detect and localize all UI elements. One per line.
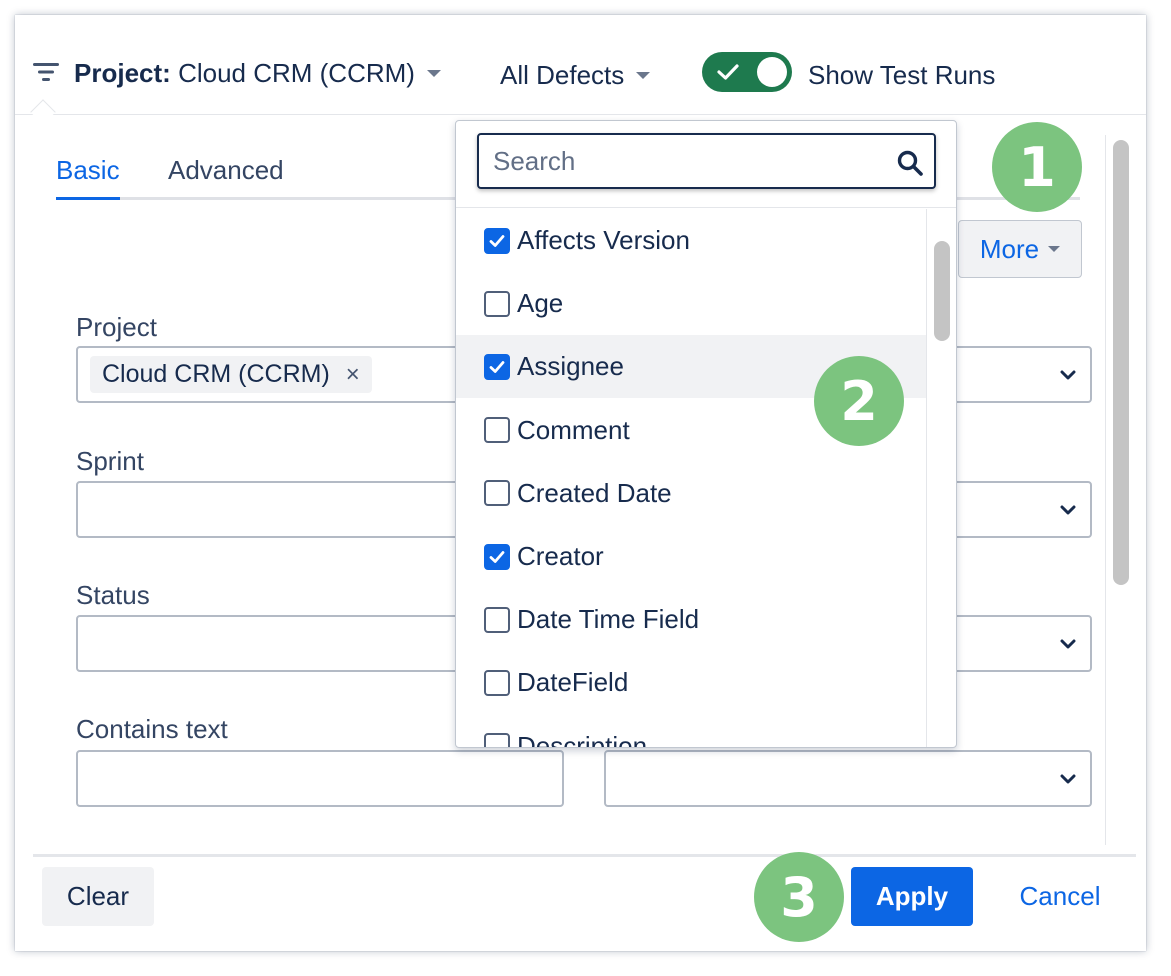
checkbox[interactable] <box>484 480 510 507</box>
dropdown-option[interactable]: Date Time Field <box>456 588 926 651</box>
project-chip-label: Cloud CRM (CCRM) <box>102 360 330 388</box>
dropdown-option[interactable]: Created Date <box>456 462 926 525</box>
chevron-down-icon <box>1060 370 1076 380</box>
step-badge-1: 1 <box>992 122 1082 212</box>
step-badge-2: 2 <box>814 356 904 446</box>
show-test-runs-toggle[interactable] <box>702 52 792 92</box>
dropdown-option-label: Created Date <box>517 477 672 508</box>
contains-text-scope-select[interactable] <box>604 750 1092 807</box>
checkbox-checked[interactable] <box>484 227 510 254</box>
dropdown-option-label: Description <box>517 730 648 748</box>
cancel-button[interactable]: Cancel <box>1000 867 1120 926</box>
dropdown-option-label: Comment <box>517 414 630 445</box>
close-icon[interactable]: × <box>346 362 360 387</box>
dropdown-options: Affects Version Age Assignee Comment Created… <box>456 199 926 748</box>
chevron-down-icon <box>1060 505 1076 515</box>
defects-selector-label: All Defects <box>500 59 625 90</box>
checkbox[interactable] <box>484 290 510 317</box>
status-field-label: Status <box>76 580 150 610</box>
contains-text-input[interactable] <box>76 750 564 807</box>
tab-basic[interactable]: Basic <box>56 150 120 200</box>
toggle-knob <box>757 57 787 87</box>
check-icon <box>489 550 505 563</box>
project-chip: Cloud CRM (CCRM) × <box>90 356 372 393</box>
dropdown-scrollbar[interactable] <box>934 241 950 341</box>
chevron-down-icon <box>636 71 651 79</box>
more-button-label: More <box>979 233 1040 264</box>
panel-scrollbar[interactable] <box>1113 140 1129 585</box>
tab-advanced[interactable]: Advanced <box>168 150 284 200</box>
chevron-down-icon <box>426 69 441 77</box>
chevron-down-icon <box>1048 246 1061 252</box>
dropdown-option-label: Assignee <box>517 351 624 382</box>
dropdown-scroll-track <box>926 209 927 747</box>
project-selector[interactable]: Project: Cloud CRM (CCRM) <box>74 53 441 93</box>
chevron-down-icon <box>1060 774 1076 784</box>
project-field-label: Project <box>76 312 157 342</box>
checkbox[interactable] <box>484 669 510 696</box>
checkbox[interactable] <box>484 606 510 633</box>
project-selector-value: Cloud CRM (CCRM) <box>178 57 415 88</box>
dropdown-option-label: Date Time Field <box>517 604 700 635</box>
more-button[interactable]: More <box>958 220 1082 278</box>
dropdown-option[interactable]: Affects Version <box>456 209 926 272</box>
scroll-track <box>1105 135 1106 845</box>
search-icon <box>897 150 923 176</box>
dropdown-option[interactable]: DateField <box>456 651 926 714</box>
project-selector-label: Project <box>74 57 163 88</box>
checkbox-checked[interactable] <box>484 543 510 570</box>
filter-panel: Project: Cloud CRM (CCRM) All Defects Sh… <box>15 15 1146 951</box>
defects-selector[interactable]: All Defects <box>500 55 651 95</box>
search-input[interactable] <box>493 144 873 178</box>
filter-bar: Project: Cloud CRM (CCRM) All Defects Sh… <box>15 15 1146 115</box>
check-icon <box>717 64 739 80</box>
check-icon <box>489 360 505 373</box>
show-test-runs-label: Show Test Runs <box>808 59 996 90</box>
dropdown-option-label: DateField <box>517 667 629 698</box>
dropdown-option[interactable]: Creator <box>456 525 926 588</box>
chevron-down-icon <box>1060 639 1076 649</box>
dropdown-option[interactable]: Age <box>456 272 926 335</box>
dropdown-option[interactable]: Description <box>456 715 926 748</box>
dropdown-option-label: Creator <box>517 541 604 571</box>
project-selector-colon: : <box>162 57 171 88</box>
dropdown-option-label: Age <box>517 288 564 319</box>
filter-icon[interactable] <box>33 61 59 83</box>
step-badge-3: 3 <box>754 852 844 942</box>
apply-button[interactable]: Apply <box>851 867 973 926</box>
sprint-field-label: Sprint <box>76 446 144 476</box>
dropdown-option-label: Affects Version <box>517 225 690 255</box>
check-icon <box>489 234 505 247</box>
contains-text-label: Contains text <box>76 714 228 744</box>
checkbox-checked[interactable] <box>484 353 510 380</box>
checkbox[interactable] <box>484 733 510 747</box>
dropdown-search <box>477 133 936 189</box>
footer-divider <box>33 854 1136 857</box>
checkbox[interactable] <box>484 417 510 444</box>
clear-button[interactable]: Clear <box>42 867 154 926</box>
